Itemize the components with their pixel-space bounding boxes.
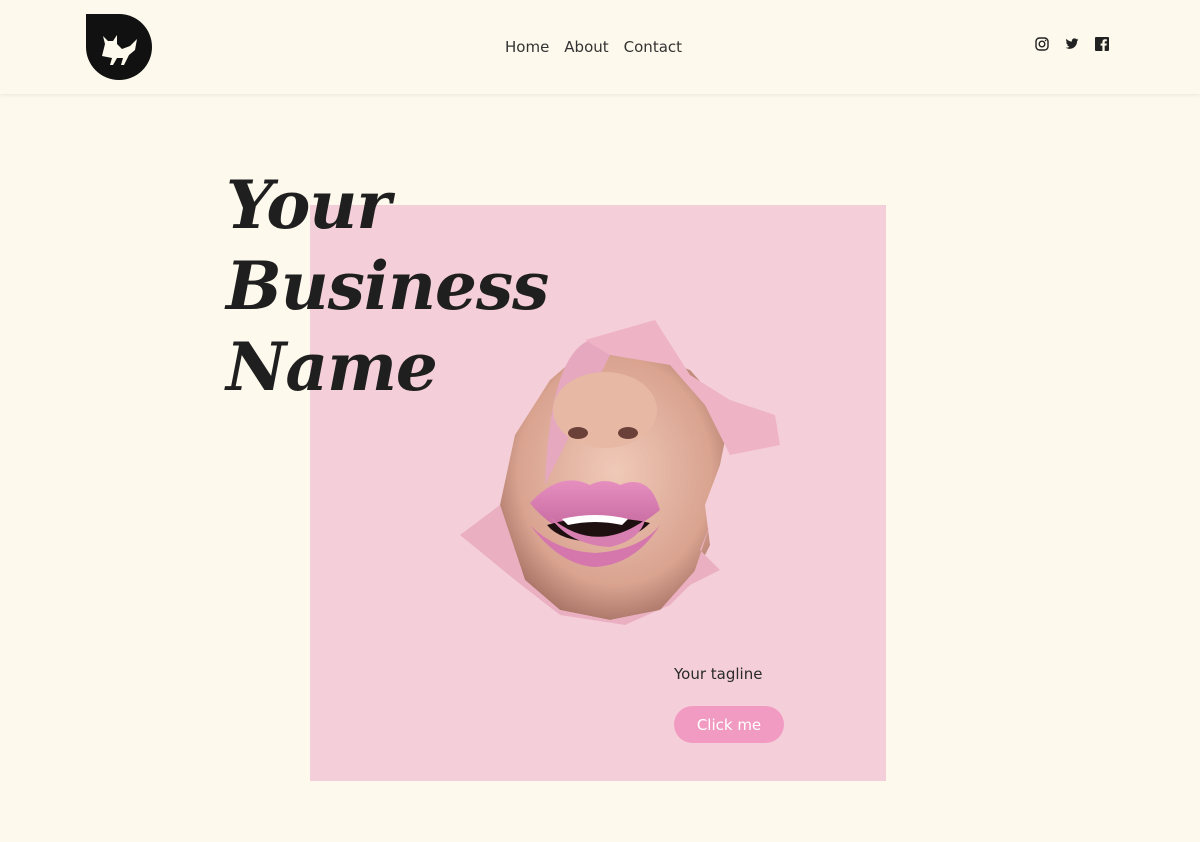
main-nav: Home About Contact <box>505 38 682 56</box>
logo-fox-icon[interactable] <box>86 14 152 80</box>
nav-home-link[interactable]: Home <box>505 38 549 56</box>
tagline-text: Your tagline <box>674 665 763 683</box>
instagram-icon[interactable] <box>1035 37 1049 51</box>
click-me-button[interactable]: Click me <box>674 706 784 743</box>
twitter-icon[interactable] <box>1065 37 1079 51</box>
social-links <box>1035 37 1109 51</box>
title-line: Name <box>226 328 438 406</box>
site-header: Home About Contact <box>0 0 1200 94</box>
business-name-heading: Your Business Name <box>226 165 549 408</box>
facebook-icon[interactable] <box>1095 37 1109 51</box>
nav-about-link[interactable]: About <box>564 38 608 56</box>
title-line: Business <box>226 247 549 325</box>
title-line: Your <box>226 166 391 244</box>
nav-contact-link[interactable]: Contact <box>624 38 682 56</box>
